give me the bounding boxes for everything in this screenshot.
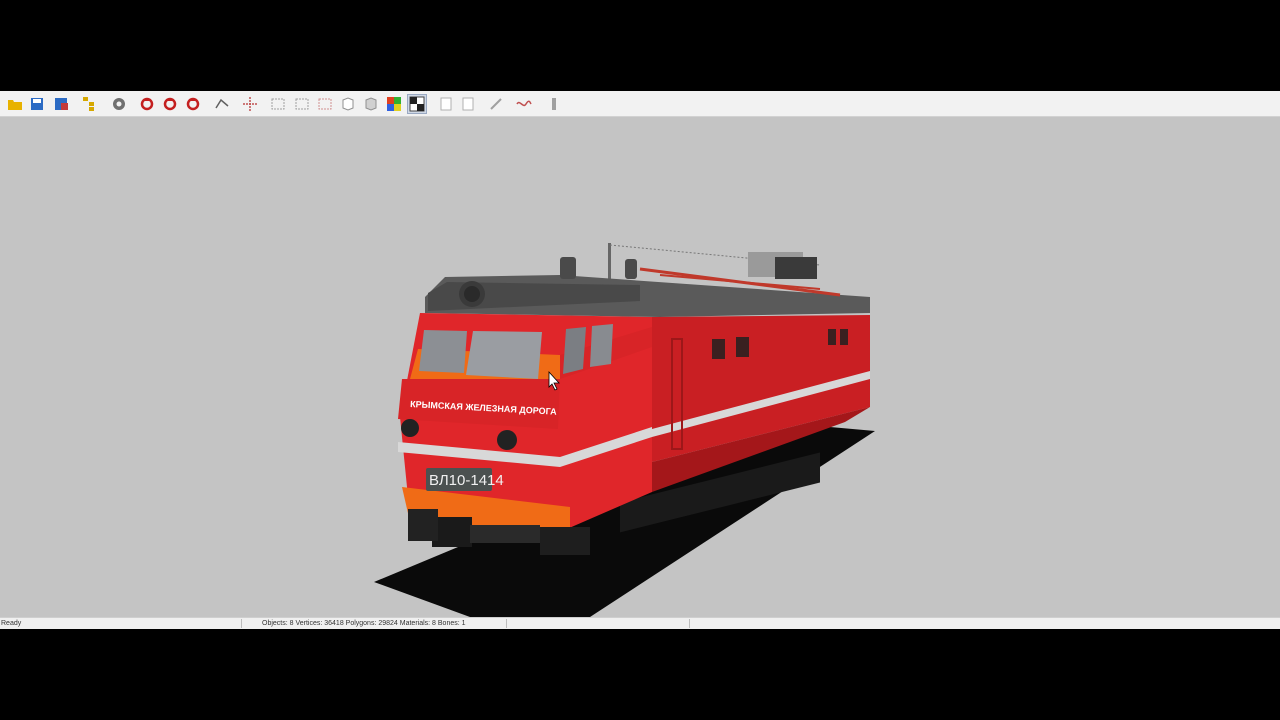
hierarchy-icon (83, 97, 94, 111)
copy-page-icon (462, 97, 474, 111)
box-deselect-icon (295, 98, 309, 110)
status-divider (506, 619, 507, 628)
status-state: Ready (1, 620, 22, 627)
cube-wireframe-button[interactable] (339, 95, 357, 113)
cube-solid-icon (365, 97, 377, 111)
settings-gear-icon (113, 98, 125, 110)
box-select-button[interactable] (269, 95, 287, 113)
material-colors-button[interactable] (385, 95, 403, 113)
vertex-tool-icon (215, 98, 229, 109)
box-invert-button[interactable] (316, 95, 334, 113)
copy-page-button[interactable] (459, 95, 477, 113)
number-plate-text: ВЛ10-1414 (429, 472, 504, 489)
save-icon (31, 98, 43, 110)
curve-icon (516, 100, 532, 107)
app-window: КРЫМСКАЯ ЖЕЛЕЗНАЯ ДОРОГА ВЛ10-1414 Ready… (0, 91, 1280, 629)
box-deselect-button[interactable] (293, 95, 311, 113)
settings-gear-button[interactable] (110, 95, 128, 113)
curve-button[interactable] (515, 95, 533, 113)
orbit-icon (163, 97, 177, 111)
status-divider (241, 619, 242, 628)
status-divider (689, 619, 690, 628)
box-select-icon (271, 98, 285, 110)
open-folder-button[interactable] (6, 95, 24, 113)
status-bar: Ready Objects: 8 Vertices: 36418 Polygon… (0, 617, 1280, 629)
page-icon (440, 97, 452, 111)
cube-wireframe-icon (342, 97, 354, 111)
undo-rotate-icon (140, 97, 154, 111)
save-as-icon (55, 98, 68, 110)
bone-button[interactable] (545, 95, 563, 113)
orbit-button[interactable] (161, 95, 179, 113)
save-as-button[interactable] (52, 95, 70, 113)
move-button[interactable] (184, 95, 202, 113)
main-toolbar (0, 91, 1280, 117)
locomotive-roof (425, 243, 870, 317)
bone-icon (552, 98, 556, 110)
open-folder-icon (8, 100, 22, 110)
cube-solid-button[interactable] (362, 95, 380, 113)
locomotive-side (620, 315, 870, 533)
axes-icon (243, 97, 257, 111)
texture-checker-button[interactable] (407, 94, 427, 114)
box-invert-icon (318, 98, 332, 110)
scene-render: КРЫМСКАЯ ЖЕЛЕЗНАЯ ДОРОГА ВЛ10-1414 (374, 243, 875, 617)
axes-button[interactable] (241, 95, 259, 113)
hierarchy-button[interactable] (80, 95, 98, 113)
undo-rotate-button[interactable] (138, 95, 156, 113)
link-button[interactable] (487, 95, 505, 113)
page-button[interactable] (437, 95, 455, 113)
status-stats: Objects: 8 Vertices: 36418 Polygons: 298… (262, 620, 466, 627)
link-icon (490, 98, 502, 110)
vertex-tool-button[interactable] (213, 95, 231, 113)
texture-checker-icon (409, 96, 425, 112)
3d-viewport[interactable]: КРЫМСКАЯ ЖЕЛЕЗНАЯ ДОРОГА ВЛ10-1414 (0, 117, 1280, 617)
move-icon (186, 97, 200, 111)
save-button[interactable] (28, 95, 46, 113)
material-colors-icon (387, 97, 401, 111)
